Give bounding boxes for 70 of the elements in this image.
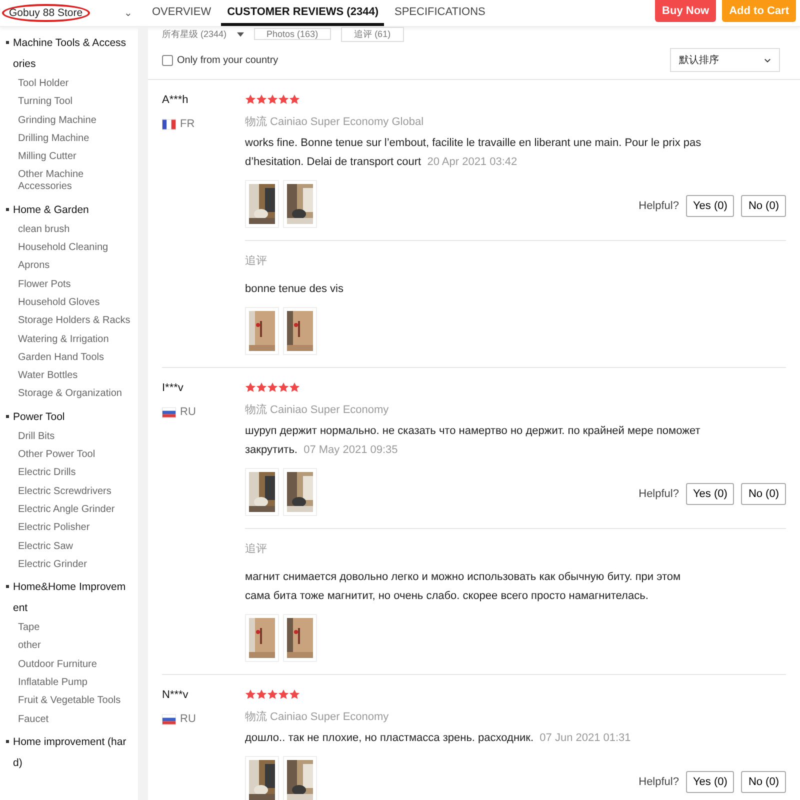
no-button[interactable]: No (0) [741,483,786,505]
buy-now-button[interactable]: Buy Now [655,0,716,22]
tab[interactable]: SPECIFICATIONS [388,0,492,26]
category-heading[interactable]: Power Tool [13,406,131,428]
sidebar-item[interactable]: clean brush [6,224,138,236]
followup-label: 追评 [245,254,268,268]
helpful-label: Helpful? [638,200,679,212]
no-button[interactable]: No (0) [741,195,786,217]
sidebar-item[interactable]: Electric Screwdrivers [6,486,138,498]
logistics-info: 物流 Cainiao Super Economy Global [245,114,425,129]
sidebar-item[interactable]: Grinding Machine [6,114,138,127]
sidebar-item[interactable]: Inflatable Pump [6,677,138,690]
filter-chip[interactable]: Photos (163) [254,28,332,40]
reviewer-name: N***v [162,689,190,701]
review-text: дошло.. так не плохие, но пластмасса зрень. расходник. 07 Jun 2021 01:31 [245,731,632,746]
sidebar-item[interactable]: Garden Hand Tools [6,352,138,364]
sidebar-item[interactable]: Drill Bits [6,430,138,443]
sidebar-item[interactable]: Flower Pots [6,278,138,291]
no-button[interactable]: No (0) [741,771,786,793]
sort-dropdown[interactable]: 默认排序 [670,48,780,72]
reviewer-name: I***v [162,382,184,394]
sidebar-item[interactable]: Drilling Machine [6,132,138,145]
sidebar-item[interactable]: Fruit & Vegetable Tools [6,695,138,708]
sidebar-item[interactable]: Electric Angle Grinder [6,504,138,516]
logistics-info: 物流 Cainiao Super Economy [245,402,390,417]
review-text: шуруп держит нормально. не сказать что намертво но держит. по крайней мере поможет закрутить. 07 May 2021 09:35 [245,424,702,458]
country-code: RU [180,406,196,418]
sidebar-item[interactable]: Faucet [6,714,138,726]
sidebar-item[interactable]: Outdoor Furniture [6,658,138,671]
store-name[interactable]: Gobuy 88 Store [2,4,90,22]
logistics-info: 物流 Cainiao Super Economy [245,710,390,724]
sidebar-item[interactable]: Other Power Tool [6,449,138,462]
tab[interactable]: OVERVIEW [146,0,218,26]
review-text: works fine. Bonne tenue sur l’embout, facilite le travaille en liberant une main. Pour le prix pas d’hesitation. Delai de transport court 20 Apr 2021 03:42 [245,136,702,170]
sidebar-item[interactable]: Tape [6,622,138,634]
helpful-label: Helpful? [638,776,679,788]
sidebar-item[interactable]: Water Bottles [6,370,138,382]
yes-button[interactable]: Yes (0) [686,195,734,217]
followup-text: магнит снимается довольно легко и можно использовать как обычную биту. при этом сама бита тоже магнитит, но очень слабо. скорее всего просто намагнителась. [245,570,682,604]
reviewer-name: A***h [162,94,190,106]
filter-chip[interactable]: 追评 (61) [341,27,404,42]
sidebar-item[interactable]: Tool Holder [6,78,138,90]
sidebar-item[interactable]: Electric Drills [6,467,138,480]
caret-icon[interactable]: ⌄ [124,7,132,19]
sidebar-item[interactable]: other [6,640,138,652]
followup-text: bonne tenue des vis [245,282,344,297]
sidebar-item[interactable]: Storage Holders & Racks [6,315,138,328]
country-code: FR [180,118,195,130]
checkbox-label[interactable]: Only from your country [177,54,278,66]
helpful-label: Helpful? [638,488,679,500]
country-code: RU [180,713,196,725]
category-heading[interactable]: Machine Tools & Accessories [13,33,131,75]
sidebar-item[interactable]: Household Cleaning [6,242,138,254]
sidebar-item[interactable]: Watering & Irrigation [6,334,138,346]
yes-button[interactable]: Yes (0) [686,483,734,505]
category-heading[interactable]: Home improvement (hard) [13,732,131,774]
rating-filter[interactable]: 所有星级 (2344) [162,28,227,40]
sidebar-item[interactable]: Storage & Organization [6,388,138,400]
sidebar-item[interactable]: Milling Cutter [6,151,138,164]
sidebar-item[interactable]: Turning Tool [6,96,138,108]
followup-label: 追评 [245,542,268,556]
category-heading[interactable]: Home & Garden [13,200,131,221]
yes-button[interactable]: Yes (0) [686,771,734,793]
sidebar-item[interactable]: Aprons [6,260,138,272]
sidebar-item[interactable]: Household Gloves [6,296,138,309]
sidebar-item[interactable]: Electric Polisher [6,522,138,534]
sidebar-item[interactable]: Electric Saw [6,540,138,553]
sidebar-item[interactable]: Electric Grinder [6,558,138,571]
category-heading[interactable]: Home&Home Improvement [13,577,131,620]
sidebar-item[interactable]: Other Machine Accessories [6,169,138,194]
